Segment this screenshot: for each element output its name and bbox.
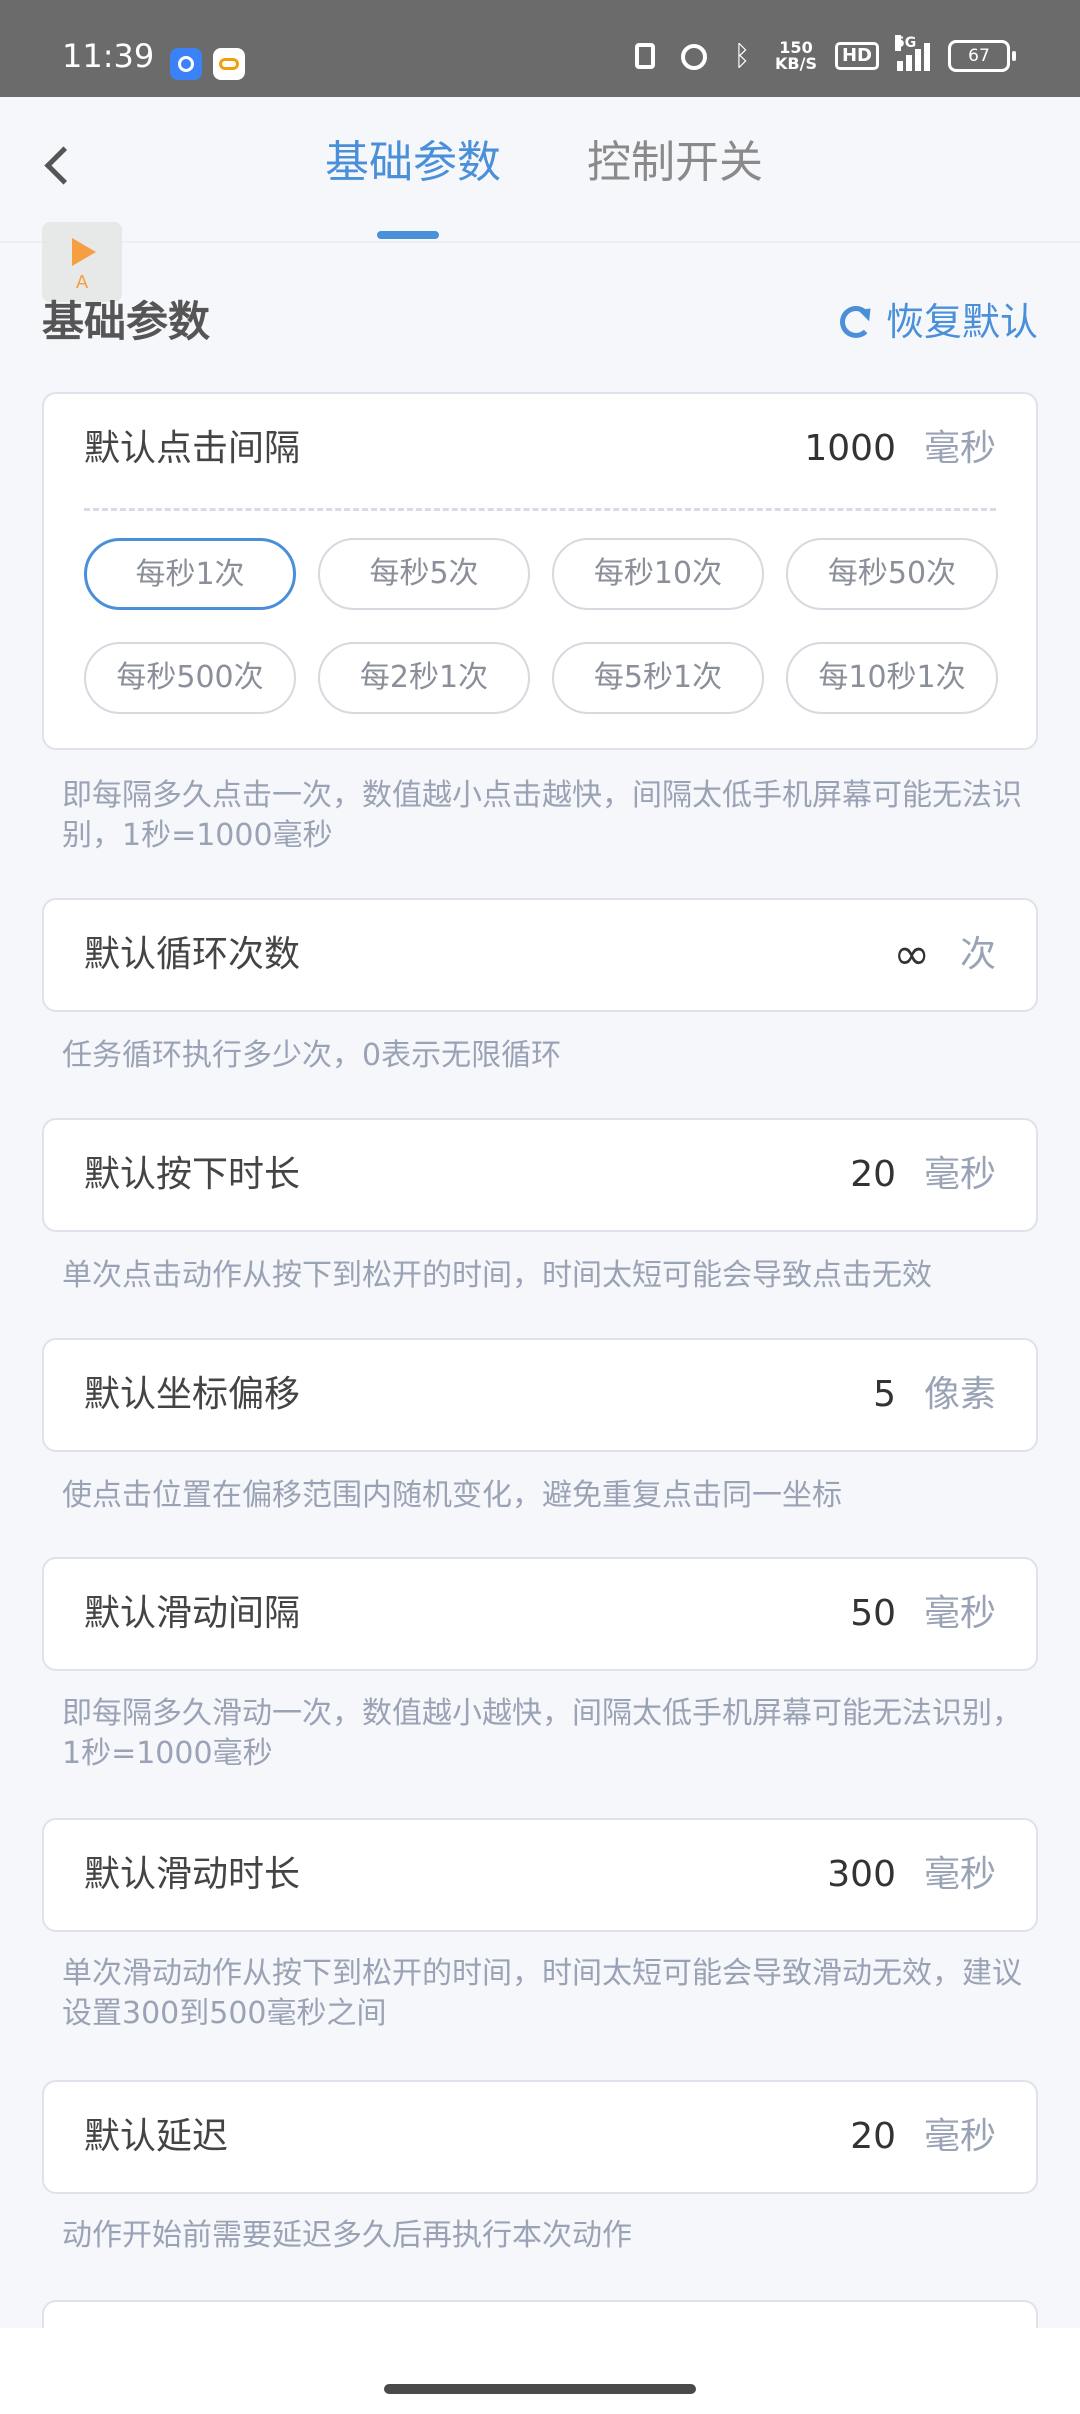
swipe-duration-unit: 毫秒 [923, 1854, 996, 1895]
home-indicator[interactable] [384, 2384, 696, 2394]
swipe-duration-label: 默认滑动时长 [84, 1854, 301, 1895]
preset-chip[interactable]: 每秒50次 [786, 538, 998, 610]
preset-chip[interactable]: 每秒500次 [84, 642, 296, 714]
preset-chip[interactable]: 每5秒1次 [552, 642, 764, 714]
network-type: 5G [895, 35, 917, 51]
preset-chip[interactable]: 每2秒1次 [318, 642, 530, 714]
press-duration-unit: 毫秒 [923, 1154, 996, 1195]
tab-basic-params[interactable]: 基础参数 [325, 135, 501, 191]
swipe-interval-unit: 毫秒 [923, 1593, 996, 1634]
preset-chip[interactable]: 每10秒1次 [786, 642, 998, 714]
swipe-interval-value[interactable]: 50 [850, 1559, 896, 1669]
hd-badge: HD [834, 42, 879, 70]
floating-widget-letter: A [75, 272, 89, 293]
preset-chip[interactable]: 每秒1次 [84, 538, 296, 610]
navigation-bar [0, 2328, 1080, 2414]
refresh-icon [839, 306, 872, 338]
loop-count-value[interactable]: ∞ [893, 900, 930, 1010]
swipe-interval-row[interactable]: 默认滑动间隔 50 毫秒 [44, 1559, 1036, 1669]
press-duration-value[interactable]: 20 [850, 1120, 896, 1230]
active-tab-indicator [377, 231, 439, 239]
loop-count-row[interactable]: 默认循环次数 ∞ 次 [44, 900, 1036, 1010]
divider [84, 508, 996, 511]
click-interval-card: 默认点击间隔 1000 毫秒 每秒1次 每秒5次 每秒10次 每秒50次 每秒5… [42, 392, 1038, 750]
coord-offset-unit: 像素 [923, 1374, 996, 1415]
battery-icon: 67 [948, 40, 1016, 72]
signal-icon: 5G [895, 35, 930, 71]
coord-offset-row[interactable]: 默认坐标偏移 5 像素 [44, 1340, 1036, 1450]
status-bar: 11:39 ᛒ 150 KB/S HD 5G 67 [0, 0, 1080, 97]
delay-value[interactable]: 20 [850, 2082, 896, 2192]
swipe-duration-value[interactable]: 300 [827, 1820, 896, 1930]
play-icon [72, 238, 96, 266]
coord-offset-card[interactable]: 默认坐标偏移 5 像素 [42, 1338, 1038, 1452]
swipe-interval-description: 即每隔多久滑动一次，数值越小越快，间隔太低手机屏幕可能无法识别，1秒=1000毫… [62, 1696, 1022, 1771]
coord-offset-value[interactable]: 5 [873, 1340, 896, 1450]
top-navigation: 基础参数 控制开关 [0, 97, 1080, 243]
status-time: 11:39 [62, 37, 155, 75]
click-interval-label: 默认点击间隔 [84, 428, 301, 469]
section-title: 基础参数 [42, 297, 211, 346]
bluetooth-icon: ᛒ [733, 39, 751, 72]
click-interval-value[interactable]: 1000 [804, 394, 896, 504]
click-interval-row[interactable]: 默认点击间隔 1000 毫秒 [44, 394, 1036, 504]
delay-card[interactable]: 默认延迟 20 毫秒 [42, 2080, 1038, 2194]
status-indicators: ᛒ 150 KB/S HD 5G 67 [631, 35, 1016, 72]
restore-defaults-button[interactable]: 恢复默认 [839, 292, 1038, 352]
delay-label: 默认延迟 [84, 2116, 229, 2157]
loop-count-label: 默认循环次数 [84, 934, 301, 975]
press-duration-card[interactable]: 默认按下时长 20 毫秒 [42, 1118, 1038, 1232]
browser-app-icon [170, 48, 202, 80]
floating-play-widget[interactable]: A [42, 222, 122, 302]
network-speed-unit: KB/S [775, 54, 817, 73]
coord-offset-label: 默认坐标偏移 [84, 1374, 301, 1415]
delay-row[interactable]: 默认延迟 20 毫秒 [44, 2082, 1036, 2192]
swipe-duration-row[interactable]: 默认滑动时长 300 毫秒 [44, 1820, 1036, 1930]
cloud-app-icon [213, 48, 245, 80]
network-speed: 150 KB/S [775, 40, 817, 72]
delay-unit: 毫秒 [923, 2116, 996, 2157]
delay-description: 动作开始前需要延迟多久后再执行本次动作 [62, 2218, 632, 2253]
loop-count-description: 任务循环执行多少次，0表示无限循环 [62, 1038, 562, 1073]
nfc-icon [631, 41, 661, 71]
click-interval-unit: 毫秒 [923, 428, 996, 469]
press-duration-label: 默认按下时长 [84, 1154, 301, 1195]
coord-offset-description: 使点击位置在偏移范围内随机变化，避免重复点击同一坐标 [62, 1478, 842, 1513]
restore-defaults-label: 恢复默认 [885, 300, 1038, 344]
swipe-interval-label: 默认滑动间隔 [84, 1593, 301, 1634]
swipe-duration-card[interactable]: 默认滑动时长 300 毫秒 [42, 1818, 1038, 1932]
preset-chip[interactable]: 每秒5次 [318, 538, 530, 610]
press-duration-description: 单次点击动作从按下到松开的时间，时间太短可能会导致点击无效 [62, 1258, 932, 1293]
loop-count-card[interactable]: 默认循环次数 ∞ 次 [42, 898, 1038, 1012]
back-button[interactable] [30, 135, 90, 195]
swipe-interval-card[interactable]: 默认滑动间隔 50 毫秒 [42, 1557, 1038, 1671]
alarm-icon [679, 41, 709, 71]
loop-count-unit: 次 [959, 934, 996, 975]
click-interval-description: 即每隔多久点击一次，数值越小点击越快，间隔太低手机屏幕可能无法识别，1秒=100… [62, 778, 1022, 853]
preset-chip[interactable]: 每秒10次 [552, 538, 764, 610]
tab-control-switches[interactable]: 控制开关 [587, 135, 763, 191]
press-duration-row[interactable]: 默认按下时长 20 毫秒 [44, 1120, 1036, 1230]
swipe-duration-description: 单次滑动动作从按下到松开的时间，时间太短可能会导致滑动无效，建议设置300到50… [62, 1956, 1022, 2031]
